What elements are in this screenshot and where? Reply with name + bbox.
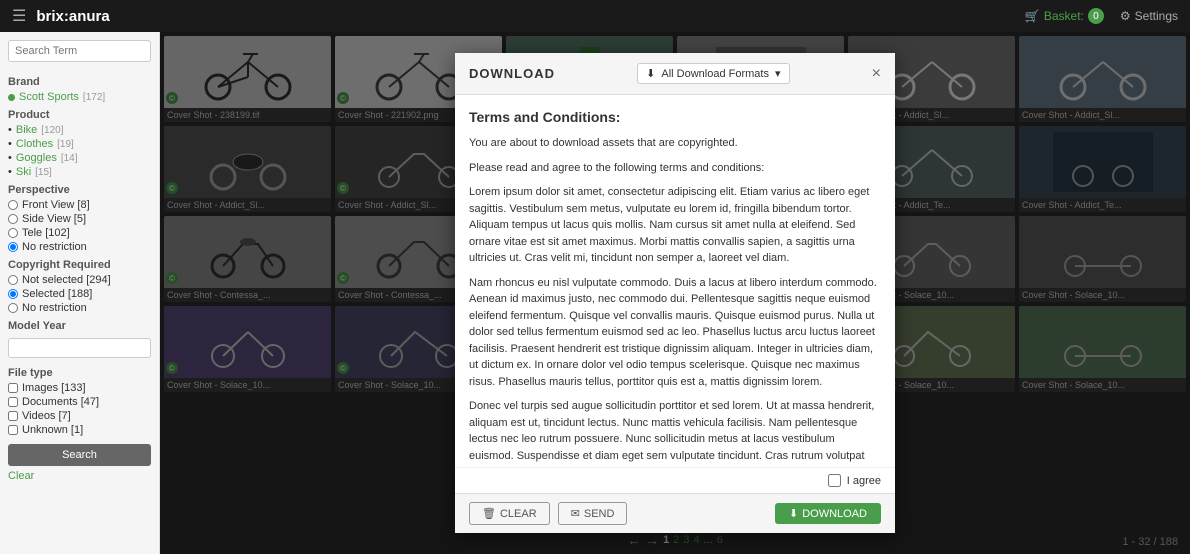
settings-button[interactable]: ⚙ Settings bbox=[1120, 9, 1178, 23]
download-format-icon: ⬇ bbox=[646, 67, 655, 80]
product-section-title: Product bbox=[8, 109, 151, 121]
copyright-section-title: Copyright Required bbox=[8, 259, 151, 271]
content-area: © Cover Shot - 238199.tif © Cover Shot -… bbox=[160, 32, 1190, 554]
topbar-left: ☰ brix:anura bbox=[12, 6, 110, 26]
perspective-no-restriction[interactable]: No restriction bbox=[8, 241, 151, 253]
model-year-section-title: Model Year bbox=[8, 320, 151, 332]
modal-header: DOWNLOAD ⬇ All Download Formats ▾ × bbox=[455, 53, 895, 95]
hamburger-icon[interactable]: ☰ bbox=[12, 6, 26, 26]
agree-label: I agree bbox=[847, 475, 881, 487]
modal-footer: 🗑 CLEAR ✉ SEND ⬇ DOWNLOAD bbox=[455, 493, 895, 533]
sidebar: Brand Scott Sports [172] Product • Bike … bbox=[0, 32, 160, 554]
filetype-videos[interactable]: Videos [7] bbox=[8, 410, 151, 422]
download-icon: ⬇ bbox=[789, 507, 798, 520]
terms-body2: Nam rhoncus eu nisl vulputate commodo. D… bbox=[469, 275, 881, 391]
sidebar-item-scott-sports[interactable]: Scott Sports [172] bbox=[8, 91, 151, 103]
basket-button[interactable]: 🛒 Basket: 0 bbox=[1025, 8, 1104, 24]
perspective-side-view[interactable]: Side View [5] bbox=[8, 213, 151, 225]
terms-body3: Donec vel turpis sed augue sollicitudin … bbox=[469, 398, 881, 467]
sidebar-item-ski[interactable]: • Ski [15] bbox=[8, 166, 151, 178]
terms-intro2: Please read and agree to the following t… bbox=[469, 160, 881, 177]
search-input[interactable] bbox=[8, 40, 151, 62]
agree-checkbox[interactable] bbox=[828, 474, 841, 487]
basket-count: 0 bbox=[1088, 8, 1104, 24]
terms-body1: Lorem ipsum dolor sit amet, consectetur … bbox=[469, 184, 881, 267]
clear-link[interactable]: Clear bbox=[8, 470, 151, 482]
main-layout: Brand Scott Sports [172] Product • Bike … bbox=[0, 32, 1190, 554]
brand-logo: brix:anura bbox=[36, 8, 109, 25]
trash-icon: 🗑 bbox=[482, 507, 496, 520]
send-button[interactable]: ✉ SEND bbox=[558, 502, 628, 525]
perspective-section-title: Perspective bbox=[8, 184, 151, 196]
filetype-images[interactable]: Images [133] bbox=[8, 382, 151, 394]
modal-footer-left: 🗑 CLEAR ✉ SEND bbox=[469, 502, 627, 525]
dot-icon bbox=[8, 94, 15, 101]
terms-intro1: You are about to download assets that ar… bbox=[469, 135, 881, 152]
clear-button[interactable]: 🗑 CLEAR bbox=[469, 502, 550, 525]
agree-row: I agree bbox=[455, 467, 895, 493]
modal-close-button[interactable]: × bbox=[872, 65, 881, 83]
brand-section-title: Brand bbox=[8, 76, 151, 88]
download-modal: DOWNLOAD ⬇ All Download Formats ▾ × Term… bbox=[455, 53, 895, 533]
topbar: ☰ brix:anura 🛒 Basket: 0 ⚙ Settings bbox=[0, 0, 1190, 32]
sidebar-item-goggles[interactable]: • Goggles [14] bbox=[8, 152, 151, 164]
file-type-section-title: File type bbox=[8, 367, 151, 379]
copyright-selected[interactable]: Selected [188] bbox=[8, 288, 151, 300]
gear-icon: ⚙ bbox=[1120, 9, 1131, 23]
scott-sports-link[interactable]: Scott Sports bbox=[19, 91, 79, 103]
terms-title: Terms and Conditions: bbox=[469, 109, 881, 125]
format-selector[interactable]: ⬇ All Download Formats ▾ bbox=[637, 63, 789, 84]
sidebar-item-bike[interactable]: • Bike [120] bbox=[8, 124, 151, 136]
search-button[interactable]: Search bbox=[8, 444, 151, 466]
copyright-not-selected[interactable]: Not selected [294] bbox=[8, 274, 151, 286]
copyright-no-restriction[interactable]: No restriction bbox=[8, 302, 151, 314]
modal-title: DOWNLOAD bbox=[469, 66, 555, 81]
perspective-tele[interactable]: Tele [102] bbox=[8, 227, 151, 239]
format-label: All Download Formats bbox=[661, 68, 769, 80]
filetype-documents[interactable]: Documents [47] bbox=[8, 396, 151, 408]
topbar-right: 🛒 Basket: 0 ⚙ Settings bbox=[1025, 8, 1178, 24]
sidebar-item-clothes[interactable]: • Clothes [19] bbox=[8, 138, 151, 150]
modal-overlay: DOWNLOAD ⬇ All Download Formats ▾ × Term… bbox=[160, 32, 1190, 554]
model-year-input[interactable] bbox=[8, 338, 151, 358]
filetype-unknown[interactable]: Unknown [1] bbox=[8, 424, 151, 436]
chevron-down-icon: ▾ bbox=[775, 67, 781, 80]
download-button[interactable]: ⬇ DOWNLOAD bbox=[775, 503, 881, 524]
modal-body: Terms and Conditions: You are about to d… bbox=[455, 95, 895, 467]
scott-sports-count: [172] bbox=[83, 92, 105, 103]
perspective-front-view[interactable]: Front View [8] bbox=[8, 199, 151, 211]
send-icon: ✉ bbox=[571, 507, 580, 520]
basket-icon: 🛒 bbox=[1025, 9, 1040, 23]
